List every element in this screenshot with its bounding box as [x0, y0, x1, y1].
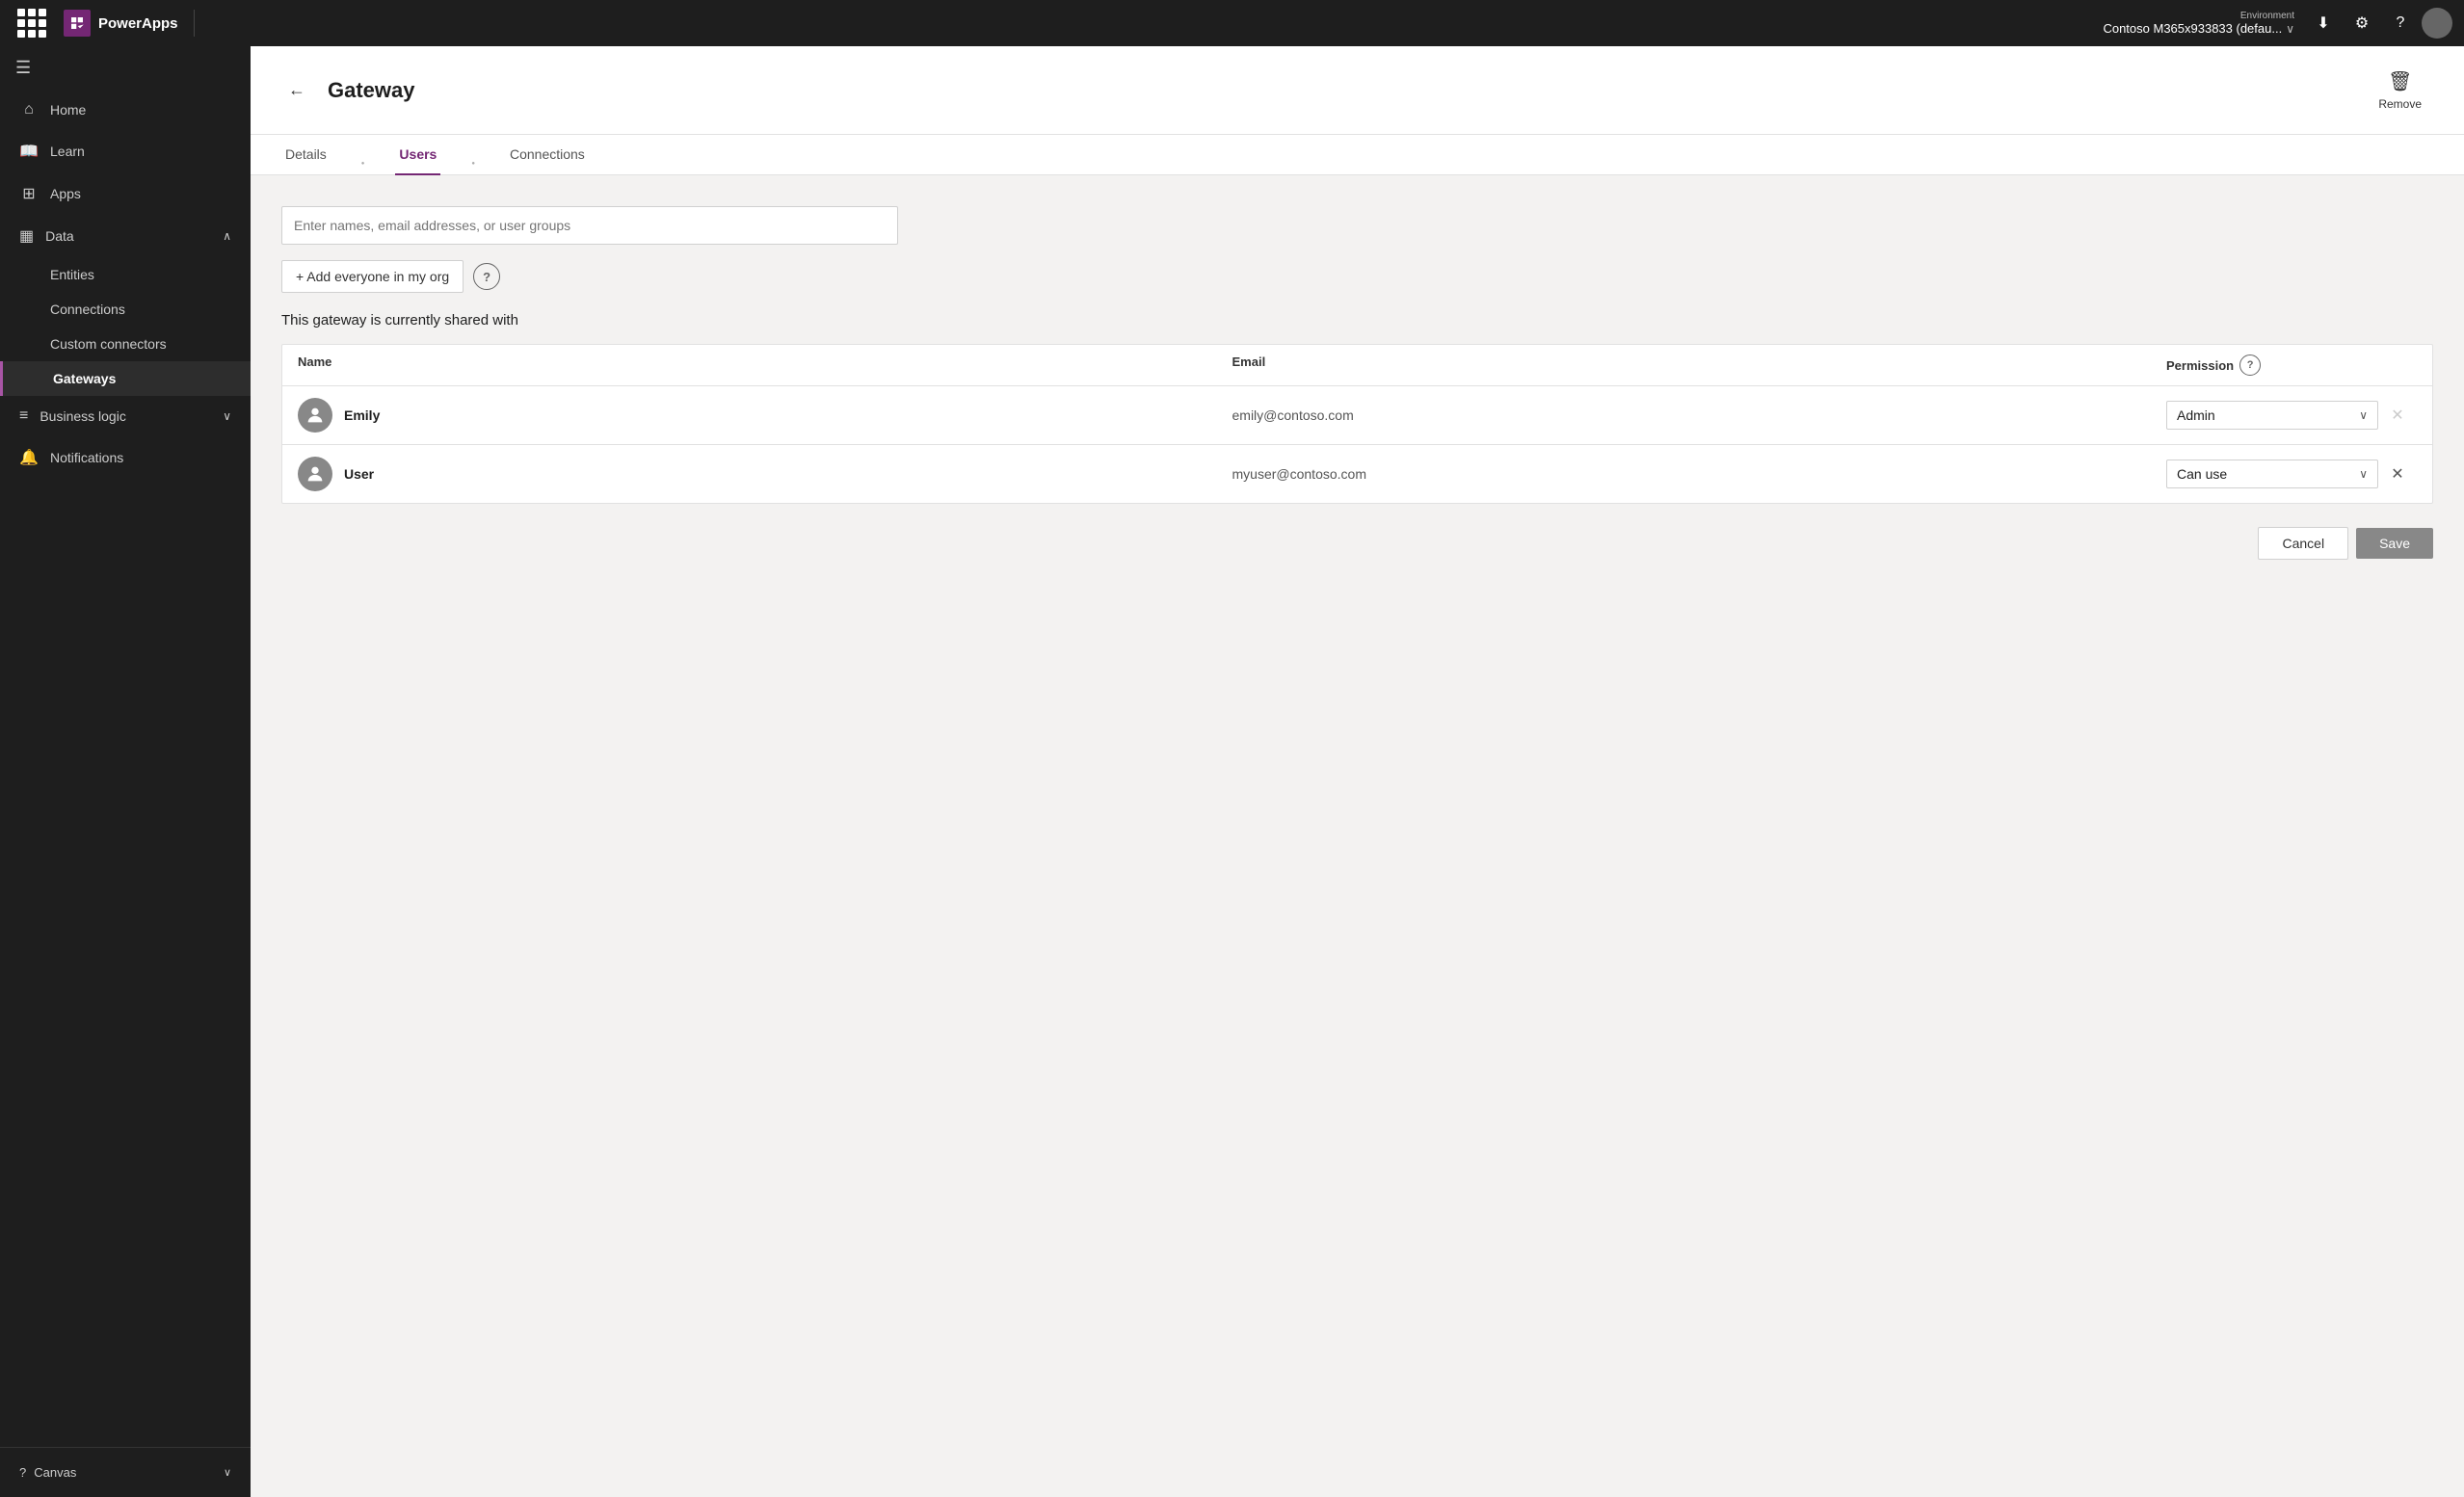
home-icon: ⌂	[19, 101, 39, 118]
sidebar-home-label: Home	[50, 102, 86, 118]
tab-details[interactable]: Details	[281, 135, 331, 175]
emily-remove-button[interactable]: ✕	[2384, 402, 2411, 429]
table-row: Emily emily@contoso.com Admin ∨ ✕	[282, 386, 2432, 445]
permission-help-icon[interactable]: ?	[2239, 355, 2261, 376]
col-actions-header	[2378, 355, 2417, 376]
shared-text: This gateway is currently shared with	[281, 312, 2433, 328]
add-everyone-label: + Add everyone in my org	[296, 269, 449, 284]
sidebar-item-notifications[interactable]: 🔔 Notifications	[0, 436, 251, 479]
users-table: Name Email Permission ?	[281, 344, 2433, 504]
user-email: myuser@contoso.com	[1232, 466, 2167, 482]
sidebar-footer: ? Canvas ∨	[0, 1447, 251, 1497]
download-button[interactable]: ⬇	[2306, 6, 2341, 40]
learn-icon: 📖	[19, 142, 39, 161]
content-area: ← Gateway 🗑 Remove Details ● Users ● Con…	[251, 46, 2464, 1497]
user-permission-dropdown[interactable]: Can use ∨	[2166, 460, 2378, 488]
sidebar-sub-entities[interactable]: Entities	[0, 257, 251, 292]
sidebar-data-label: Data	[45, 228, 74, 244]
user-name: User	[344, 466, 374, 482]
page-header: ← Gateway 🗑 Remove	[251, 46, 2464, 135]
top-nav-icons: ⬇ ⚙ ?	[2306, 6, 2452, 40]
sidebar-sub-custom-connectors[interactable]: Custom connectors	[0, 327, 251, 361]
col-email-header: Email	[1232, 355, 2167, 376]
apps-icon: ⊞	[19, 184, 39, 203]
footer-canvas-label: Canvas	[34, 1465, 76, 1480]
sidebar-notifications-label: Notifications	[50, 450, 123, 465]
user-name-cell-user: User	[298, 457, 1232, 491]
sidebar-section-business-logic[interactable]: ≡ Business logic ∨	[0, 396, 251, 436]
save-button[interactable]: Save	[2356, 528, 2433, 559]
sidebar-section-data[interactable]: ▦ Data ∧	[0, 215, 251, 257]
emily-permission-dropdown[interactable]: Admin ∨	[2166, 401, 2378, 430]
tab-separator-2: ●	[471, 161, 475, 167]
tab-connections[interactable]: Connections	[506, 135, 589, 175]
environment-name: Contoso M365x933833 (defau...	[2103, 21, 2282, 36]
add-everyone-row: + Add everyone in my org ?	[281, 260, 2433, 293]
environment-label: Environment	[2240, 11, 2294, 21]
environment-selector[interactable]: Environment Contoso M365x933833 (defau..…	[2103, 11, 2294, 36]
add-everyone-button[interactable]: + Add everyone in my org	[281, 260, 464, 293]
environment-chevron-icon: ∨	[2286, 22, 2294, 36]
tab-users[interactable]: Users	[395, 135, 440, 175]
tab-bar: Details ● Users ● Connections	[251, 135, 2464, 175]
hamburger-menu[interactable]: ☰	[0, 46, 251, 90]
sidebar-apps-label: Apps	[50, 186, 81, 201]
col-name-header: Name	[298, 355, 1232, 376]
add-everyone-help-icon[interactable]: ?	[473, 263, 500, 290]
back-button[interactable]: ←	[281, 75, 312, 106]
remove-label: Remove	[2378, 97, 2422, 111]
data-icon: ▦	[19, 226, 34, 246]
sidebar-footer-canvas[interactable]: ? Canvas ∨	[19, 1458, 231, 1487]
sidebar-learn-label: Learn	[50, 144, 85, 159]
app-name: PowerApps	[98, 15, 178, 32]
user-avatar[interactable]	[2422, 8, 2452, 39]
search-bar-row	[281, 206, 2433, 245]
main-content: + Add everyone in my org ? This gateway …	[251, 175, 2464, 1497]
user-permission-label: Can use	[2177, 466, 2227, 482]
user-remove-button[interactable]: ✕	[2384, 460, 2411, 487]
user-permission-chevron-icon: ∨	[2359, 467, 2368, 481]
remove-icon: 🗑	[2388, 69, 2412, 93]
app-logo: PowerApps	[64, 10, 195, 37]
avatar-emily	[298, 398, 332, 433]
help-button[interactable]: ?	[2383, 6, 2418, 40]
footer-chevron-icon: ∨	[224, 1466, 231, 1479]
sidebar-item-learn[interactable]: 📖 Learn	[0, 130, 251, 172]
sidebar-sub-connections[interactable]: Connections	[0, 292, 251, 327]
action-buttons-row: Cancel Save	[281, 527, 2433, 560]
page-title: Gateway	[328, 78, 415, 103]
footer-help-icon: ?	[19, 1465, 26, 1480]
settings-button[interactable]: ⚙	[2345, 6, 2379, 40]
business-logic-icon: ≡	[19, 407, 28, 425]
emily-permission-label: Admin	[2177, 407, 2215, 423]
data-chevron-icon: ∧	[223, 229, 231, 243]
cancel-button[interactable]: Cancel	[2258, 527, 2348, 560]
emily-email: emily@contoso.com	[1232, 407, 2167, 423]
emily-permission-chevron-icon: ∨	[2359, 408, 2368, 422]
waffle-menu[interactable]	[12, 3, 52, 43]
user-search-input[interactable]	[281, 206, 898, 245]
tab-separator-1: ●	[361, 161, 365, 167]
logo-box	[64, 10, 91, 37]
business-logic-chevron-icon: ∨	[223, 409, 231, 423]
top-navigation: PowerApps Environment Contoso M365x93383…	[0, 0, 2464, 46]
col-permission-header: Permission	[2166, 358, 2234, 373]
sidebar-sub-gateways[interactable]: Gateways	[0, 361, 251, 396]
sidebar-business-logic-label: Business logic	[40, 408, 126, 424]
sidebar-item-home[interactable]: ⌂ Home	[0, 90, 251, 130]
table-row: User myuser@contoso.com Can use ∨ ✕	[282, 445, 2432, 503]
remove-button[interactable]: 🗑 Remove	[2367, 62, 2433, 118]
table-header: Name Email Permission ?	[282, 345, 2432, 386]
sidebar-item-apps[interactable]: ⊞ Apps	[0, 172, 251, 215]
user-name-cell-emily: Emily	[298, 398, 1232, 433]
sidebar: ☰ ⌂ Home 📖 Learn ⊞ Apps ▦ Data ∧ Entitie…	[0, 46, 251, 1497]
notifications-icon: 🔔	[19, 448, 39, 467]
avatar-user	[298, 457, 332, 491]
emily-name: Emily	[344, 407, 380, 423]
